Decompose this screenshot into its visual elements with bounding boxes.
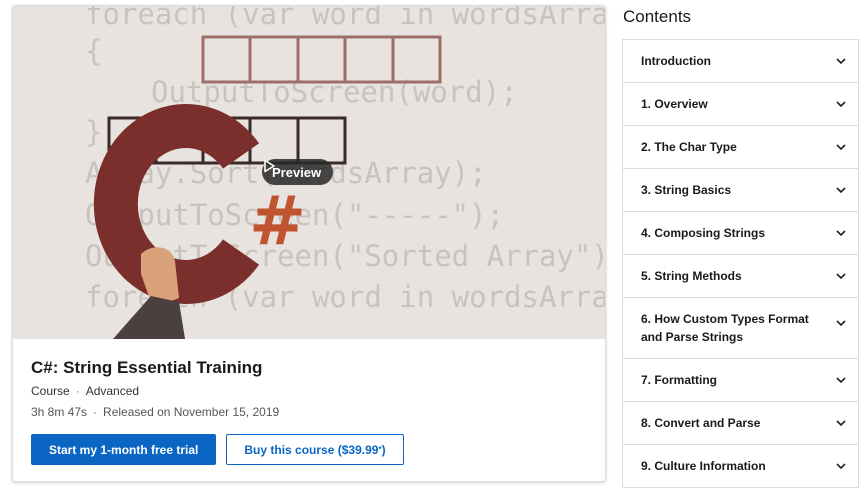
separator-dot: ·: [93, 405, 98, 419]
toc-item-string-basics[interactable]: 3. String Basics: [623, 169, 858, 212]
course-details: 3h 8m 47s · Released on November 15, 2019: [31, 405, 279, 419]
chevron-down-icon: [836, 320, 846, 326]
code-line-4: }: [85, 115, 102, 149]
course-info: C#: String Essential Training Course · Adv…: [31, 358, 279, 419]
toc-item-label: 1. Overview: [641, 97, 708, 111]
toc-item-char-type[interactable]: 2. The Char Type: [623, 126, 858, 169]
toc-item-culture-information[interactable]: 9. Culture Information: [623, 445, 858, 488]
course-type: Course: [31, 384, 70, 398]
code-line-2: {: [85, 34, 102, 68]
separator-dot: ·: [75, 384, 80, 398]
chevron-down-icon: [836, 273, 846, 279]
toc-item-label: 5. String Methods: [641, 269, 742, 283]
logo-hash: #: [249, 182, 306, 261]
toc-item-label: 2. The Char Type: [641, 140, 737, 154]
toc-item-label: 7. Formatting: [641, 373, 718, 387]
contents-heading: Contents: [623, 7, 692, 26]
toc-item-label: 3. String Basics: [641, 183, 732, 197]
chevron-down-icon: [836, 101, 846, 107]
preview-button[interactable]: Preview: [262, 159, 334, 185]
toc-item-label: 8. Convert and Parse: [641, 416, 761, 430]
chevron-down-icon: [836, 377, 846, 383]
toc-item-custom-types[interactable]: 6. How Custom Types Format and Parse Str…: [623, 298, 858, 359]
chevron-down-icon: [836, 187, 846, 193]
toc-item-overview[interactable]: 1. Overview: [623, 83, 858, 126]
code-line-1: foreach (var word in wordsArray): [85, 6, 606, 31]
chevron-down-icon: [836, 420, 846, 426]
course-title: C#: String Essential Training: [31, 358, 263, 377]
course-meta: Course · Advanced: [31, 384, 279, 398]
toc-item-label: 9. Culture Information: [641, 459, 766, 473]
course-level: Advanced: [85, 384, 140, 398]
table-of-contents: Introduction 1. Overview 2. The Char Typ…: [622, 39, 859, 488]
course-card: foreach (var word in wordsArray) { Outpu…: [12, 5, 606, 482]
toc-item-composing-strings[interactable]: 4. Composing Strings: [623, 212, 858, 255]
buy-course-button[interactable]: Buy this course ($39.99 *): [226, 434, 404, 465]
toc-item-label: Introduction: [641, 54, 711, 68]
free-trial-button[interactable]: Start my 1-month free trial: [31, 434, 217, 465]
toc-item-convert-parse[interactable]: 8. Convert and Parse: [623, 402, 858, 445]
chevron-down-icon: [836, 230, 846, 236]
course-thumbnail[interactable]: foreach (var word in wordsArray) { Outpu…: [13, 6, 606, 339]
play-icon: [264, 159, 275, 173]
chevron-down-icon: [836, 144, 846, 150]
toc-item-formatting[interactable]: 7. Formatting: [623, 359, 858, 402]
course-release-date: Released on November 15, 2019: [103, 405, 280, 419]
toc-item-string-methods[interactable]: 5. String Methods: [623, 255, 858, 298]
code-line-3: OutputToScreen(word);: [151, 75, 518, 109]
chevron-down-icon: [836, 58, 846, 64]
buy-button-suffix: ): [381, 442, 386, 457]
course-actions: Start my 1-month free trial Buy this cou…: [31, 434, 404, 465]
toc-item-label: 4. Composing Strings: [641, 226, 766, 240]
buy-button-label: Buy this course ($39.99: [244, 442, 379, 457]
toc-item-label: 6. How Custom Types Format and Parse Str…: [641, 312, 809, 344]
course-duration: 3h 8m 47s: [31, 405, 88, 419]
preview-label: Preview: [272, 164, 322, 180]
toc-item-introduction[interactable]: Introduction: [623, 40, 858, 83]
chevron-down-icon: [836, 463, 846, 469]
